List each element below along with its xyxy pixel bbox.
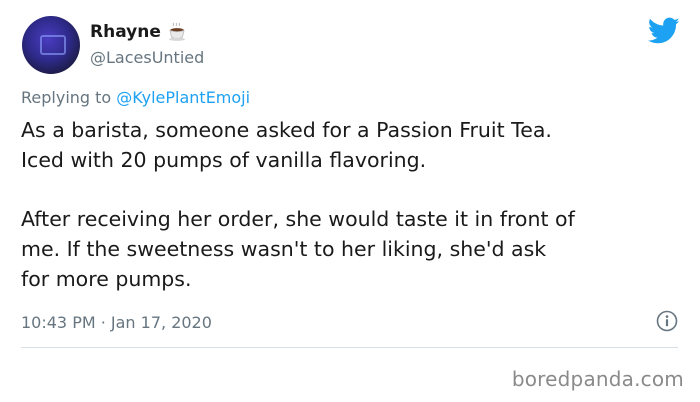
reply-mention-link[interactable]: @KylePlantEmoji [116, 88, 250, 107]
author-display-name[interactable]: Rhayne [90, 22, 161, 42]
tweet-body: As a barista, someone asked for a Passio… [21, 115, 686, 294]
reply-context: Replying to @KylePlantEmoji [21, 88, 250, 107]
coffee-icon [167, 22, 187, 42]
author-name-row: Rhayne [90, 22, 187, 42]
info-icon[interactable] [656, 310, 678, 332]
twitter-bird-icon[interactable] [647, 17, 680, 45]
tweet-paragraph-1: As a barista, someone asked for a Passio… [21, 118, 552, 172]
source-watermark: boredpanda.com [511, 367, 684, 391]
author-handle[interactable]: @LacesUntied [90, 48, 204, 67]
avatar-graphic [40, 35, 66, 55]
tweet-timestamp[interactable]: 10:43 PM · Jan 17, 2020 [21, 313, 212, 332]
tweet-card: Rhayne @LacesUntied Replying to @KylePla… [0, 0, 700, 402]
divider [21, 347, 678, 348]
tweet-paragraph-2: After receiving her order, she would tas… [21, 207, 575, 291]
avatar[interactable] [22, 16, 80, 74]
reply-prefix: Replying to [21, 88, 112, 107]
